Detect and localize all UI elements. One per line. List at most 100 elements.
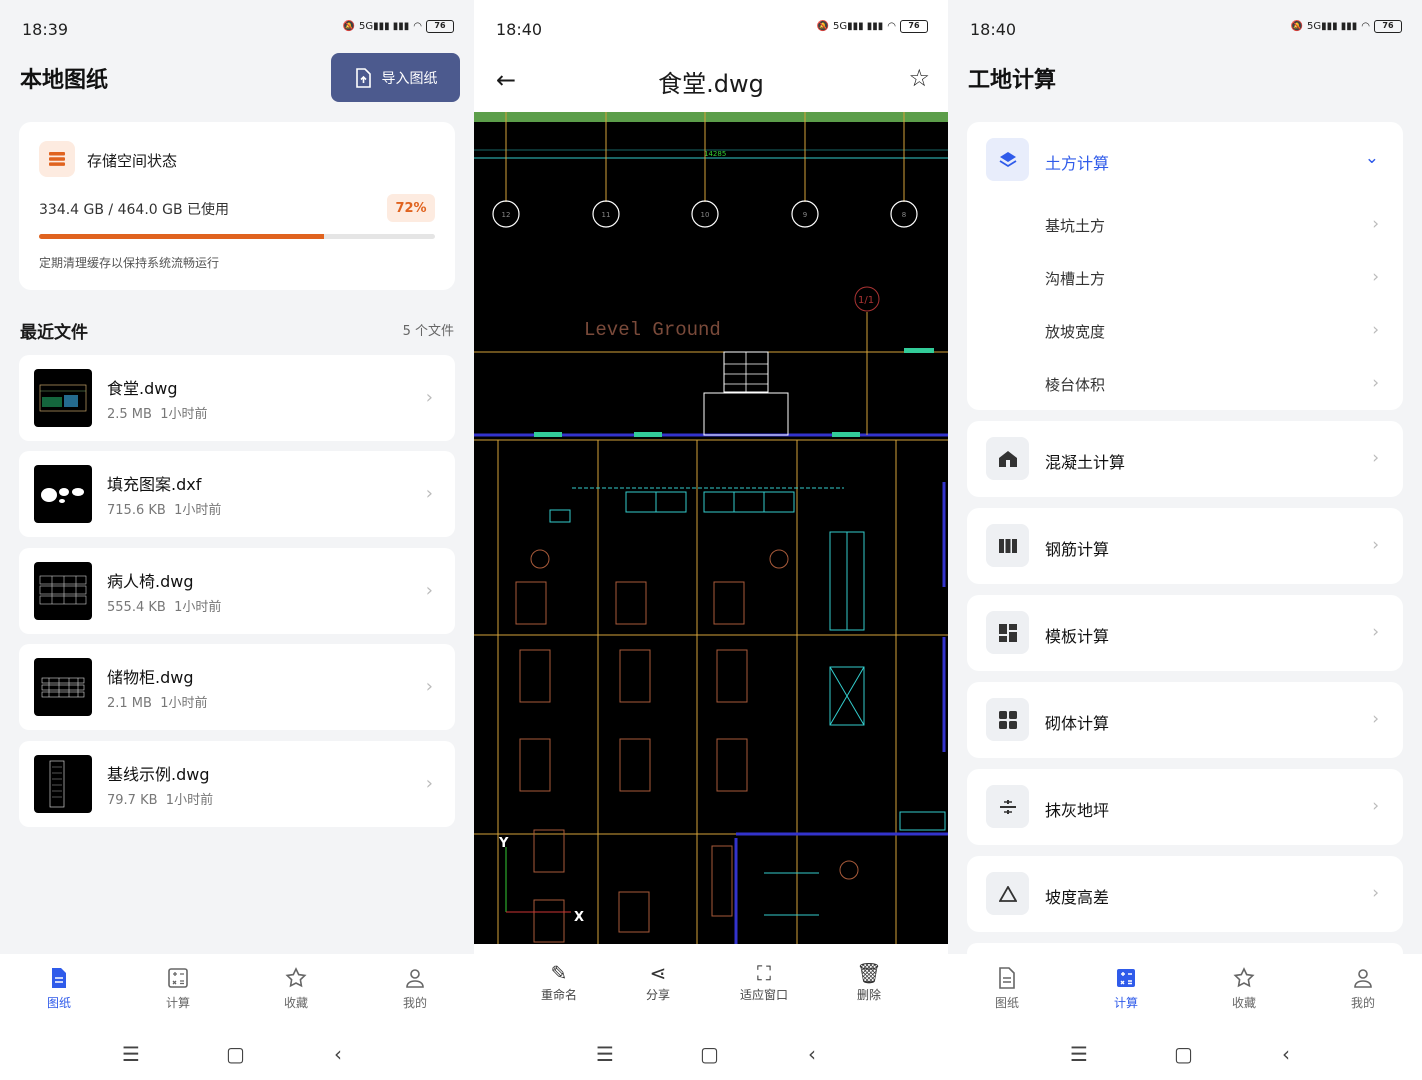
rebar-group[interactable]: 钢筋计算 › — [967, 508, 1403, 584]
file-item[interactable]: 食堂.dwg 2.5 MB 1小时前 › — [19, 355, 455, 441]
earthwork-group: 土方计算 ⌄ 基坑土方 › 沟槽土方 › 放坡宽度 › 棱台体积 › — [967, 122, 1403, 410]
nav-favorites[interactable]: 收藏 — [1204, 966, 1284, 1011]
chevron-right-icon: › — [1372, 214, 1379, 234]
nav-drawings[interactable]: 图纸 — [19, 966, 99, 1011]
axis-x-label: X — [574, 910, 584, 925]
import-drawing-button[interactable]: 导入图纸 — [331, 53, 460, 102]
menu-icon[interactable]: ☰ — [596, 1042, 614, 1066]
file-name: 食堂.dwg — [107, 379, 178, 398]
page-title: 工地计算 — [968, 68, 1057, 93]
nav-calculate[interactable]: 计算 — [138, 966, 218, 1011]
pen-icon: ✎ — [550, 961, 568, 985]
group-label: 钢筋计算 — [1045, 540, 1110, 559]
storage-usage: 334.4 GB / 464.0 GB 已使用 — [39, 202, 230, 218]
file-meta: 2.5 MB 1小时前 — [107, 403, 208, 422]
status-icons: 🔕 5G▮▮▮ ▮▮▮ ◠ 76 — [342, 20, 454, 33]
chevron-down-icon[interactable]: ⌄ — [1365, 148, 1379, 168]
storage-note: 定期清理缓存以保持系统流畅运行 — [39, 256, 220, 270]
system-nav: ☰ ▢ ‹ — [948, 1042, 1422, 1066]
share-button[interactable]: ⋖ 分享 — [618, 960, 698, 1003]
slope-group[interactable]: 坡度高差 › — [967, 856, 1403, 932]
fit-window-button[interactable]: ⛶ 适应窗口 — [724, 960, 804, 1003]
menu-icon[interactable]: ☰ — [122, 1042, 140, 1066]
nav-label: 计算 — [165, 996, 190, 1010]
person-icon — [406, 969, 424, 988]
nav-profile[interactable]: 我的 — [375, 966, 455, 1011]
file-item[interactable]: 基线示例.dwg 79.7 KB 1小时前 › — [19, 741, 455, 827]
plaster-group[interactable]: 抹灰地坪 › — [967, 769, 1403, 845]
import-label: 导入图纸 — [381, 70, 438, 87]
calc-item[interactable]: 放坡宽度 — [1045, 321, 1105, 342]
signal-icon: 5G▮▮▮ ▮▮▮ — [1306, 21, 1358, 32]
file-time: 1小时前 — [165, 793, 214, 808]
chevron-right-icon: › — [425, 483, 433, 504]
chevron-right-icon: › — [425, 676, 433, 697]
drawing-title: 食堂.dwg — [658, 70, 764, 98]
back-icon[interactable]: ‹ — [334, 1042, 342, 1066]
earthwork-header[interactable]: 土方计算 — [1045, 150, 1109, 174]
grid-label: 8 — [902, 211, 906, 219]
rename-button[interactable]: ✎ 重命名 — [519, 960, 599, 1003]
calc-item[interactable]: 棱台体积 — [1045, 374, 1105, 395]
mute-icon: 🔕 — [342, 21, 355, 32]
chevron-right-icon: › — [1372, 267, 1379, 287]
file-thumbnail — [34, 369, 92, 427]
mute-icon: 🔕 — [1290, 21, 1303, 32]
layers-icon — [986, 138, 1029, 181]
document-icon — [999, 967, 1015, 989]
status-bar: 18:40 🔕 5G▮▮▮ ▮▮▮ ◠ 76 — [474, 0, 948, 58]
chevron-right-icon: › — [1372, 448, 1379, 468]
calculator-icon — [168, 968, 188, 988]
nav-label: 图纸 — [994, 996, 1019, 1010]
nav-profile[interactable]: 我的 — [1323, 966, 1403, 1011]
nav-label: 我的 — [1350, 996, 1375, 1010]
file-time: 1小时前 — [174, 600, 222, 615]
home-icon[interactable]: ▢ — [700, 1042, 719, 1066]
home-icon[interactable]: ▢ — [226, 1042, 245, 1066]
chevron-right-icon: › — [1372, 709, 1379, 729]
trash-icon: 🗑 — [856, 961, 882, 985]
group-label: 坡度高差 — [1045, 888, 1110, 907]
share-icon: ⋖ — [649, 961, 667, 985]
nav-calculate[interactable]: 计算 — [1086, 966, 1166, 1011]
masonry-group[interactable]: 砌体计算 › — [967, 682, 1403, 758]
menu-icon[interactable]: ☰ — [1070, 1042, 1088, 1066]
storage-card: 存储空间状态 334.4 GB / 464.0 GB 已使用 72% 定期清理缓… — [19, 122, 455, 290]
back-icon[interactable]: ‹ — [1282, 1042, 1290, 1066]
back-icon[interactable]: ‹ — [808, 1042, 816, 1066]
chevron-right-icon: › — [425, 580, 433, 601]
chevron-right-icon: › — [1372, 622, 1379, 642]
formwork-group[interactable]: 模板计算 › — [967, 595, 1403, 671]
concrete-group[interactable]: 混凝土计算 › — [967, 421, 1403, 497]
axis-y-label: Y — [498, 836, 509, 851]
mute-icon: 🔕 — [816, 21, 829, 32]
chevron-right-icon: › — [425, 773, 433, 794]
file-thumbnail — [34, 465, 92, 523]
nav-drawings[interactable]: 图纸 — [967, 966, 1047, 1011]
star-icon[interactable]: ☆ — [908, 64, 930, 92]
delete-button[interactable]: 🗑 删除 — [829, 960, 909, 1003]
cad-canvas[interactable]: 14285 12 11 10 9 8 1/1 Level Ground Y X — [474, 112, 948, 944]
calc-item[interactable]: 沟槽土方 — [1045, 268, 1105, 289]
file-item[interactable]: 储物柜.dwg 2.1 MB 1小时前 › — [19, 644, 455, 730]
tool-label: 适应窗口 — [739, 988, 788, 1002]
file-size: 2.5 MB — [107, 407, 152, 422]
document-icon — [52, 968, 66, 988]
nav-favorites[interactable]: 收藏 — [256, 966, 336, 1011]
align-icon — [986, 785, 1029, 828]
screen-drawing-viewer: 18:40 🔕 5G▮▮▮ ▮▮▮ ◠ 76 ← 食堂.dwg ☆ 14285 … — [474, 0, 948, 1080]
grid-icon — [986, 698, 1029, 741]
level-label: Level Ground — [584, 319, 721, 341]
storage-percent-badge: 72% — [387, 194, 435, 222]
file-item[interactable]: 填充图案.dxf 715.6 KB 1小时前 › — [19, 451, 455, 537]
home-icon[interactable]: ▢ — [1174, 1042, 1193, 1066]
screen-local-drawings: 18:39 🔕 5G▮▮▮ ▮▮▮ ◠ 76 本地图纸 导入图纸 存储空间状态 … — [0, 0, 474, 1080]
file-meta: 555.4 KB 1小时前 — [107, 596, 221, 615]
file-time: 1小时前 — [160, 407, 208, 422]
section-marker: 1/1 — [858, 295, 874, 306]
file-item[interactable]: 病人椅.dwg 555.4 KB 1小时前 › — [19, 548, 455, 634]
file-name: 病人椅.dwg — [107, 572, 194, 591]
wifi-icon: ◠ — [887, 21, 896, 32]
calc-item[interactable]: 基坑土方 — [1045, 215, 1105, 236]
battery-icon: 76 — [426, 20, 454, 33]
